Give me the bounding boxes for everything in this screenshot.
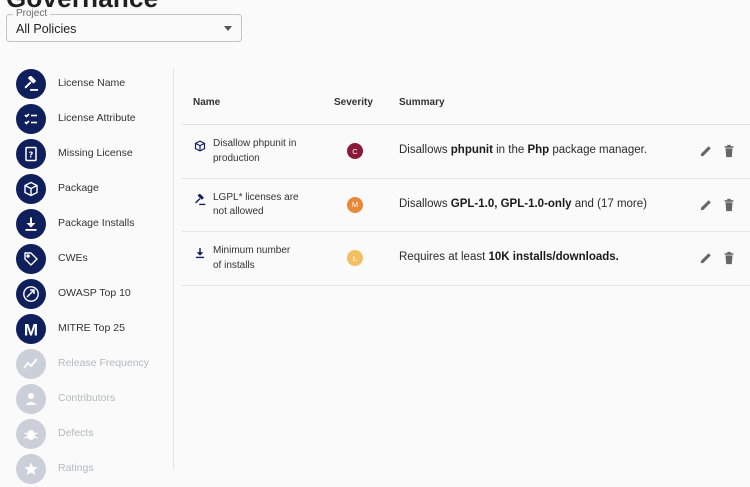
gavel-icon	[194, 193, 206, 205]
star-icon	[16, 454, 46, 484]
pencil-icon[interactable]	[699, 144, 713, 158]
trash-icon[interactable]	[722, 144, 736, 158]
question-document-icon: ?	[16, 139, 46, 169]
sidebar-divider	[173, 68, 174, 469]
mitre-icon: M	[16, 314, 46, 344]
sidebar-item-missing-license[interactable]: ? Missing License	[16, 137, 176, 172]
gavel-icon	[16, 69, 46, 99]
bug-icon	[16, 419, 46, 449]
sidebar-item-license-attribute[interactable]: License Attribute	[16, 102, 176, 137]
sidebar-item-release-frequency[interactable]: Release Frequency	[16, 347, 176, 382]
column-header-summary[interactable]: Summary	[399, 97, 445, 108]
sidebar-item-label: Package Installs	[58, 217, 135, 229]
pencil-icon[interactable]	[699, 251, 713, 265]
column-header-name[interactable]: Name	[193, 97, 220, 108]
sidebar-item-label: Missing License	[58, 147, 133, 159]
package-icon	[194, 139, 206, 152]
policy-name: Disallow phpunit in production	[213, 138, 297, 164]
policies-table: Name Severity Summary Disallow phpunit i…	[182, 84, 750, 286]
svg-text:M: M	[24, 321, 38, 340]
sidebar-item-defects[interactable]: Defects	[16, 417, 176, 452]
sidebar-item-label: Contributors	[58, 392, 116, 404]
policy-name: Minimum number of installs	[213, 245, 291, 271]
trash-icon[interactable]	[722, 198, 736, 212]
policy-name: LGPL* licenses are not allowed	[213, 191, 299, 218]
policy-summary: Disallows GPL-1.0, GPL-1.0-only and (17 …	[399, 197, 647, 210]
sidebar-item-package-installs[interactable]: Package Installs	[16, 207, 176, 242]
sidebar-item-label: License Name	[58, 77, 126, 89]
sidebar-item-label: Package	[58, 182, 99, 194]
trash-icon[interactable]	[722, 251, 736, 265]
policy-type-sidebar: License Name License Attribute ? Missing…	[16, 67, 176, 487]
sidebar-item-label: Defects	[58, 427, 94, 439]
severity-badge: M	[347, 196, 363, 213]
project-value: All Policies	[16, 22, 77, 36]
pencil-icon[interactable]	[699, 198, 713, 212]
project-select[interactable]: Project All Policies	[6, 8, 242, 42]
sidebar-item-label: CWEs	[58, 252, 88, 264]
sidebar-item-license-name[interactable]: License Name	[16, 67, 176, 102]
sidebar-item-label: Release Frequency	[58, 357, 150, 369]
svg-text:?: ?	[29, 151, 34, 160]
download-icon	[16, 209, 46, 239]
sidebar-item-label: Ratings	[58, 462, 94, 474]
caret-down-icon	[224, 26, 232, 31]
project-label: Project	[13, 8, 51, 19]
policy-summary: Disallows phpunit in the Php package man…	[399, 144, 648, 156]
severity-badge: L	[347, 250, 363, 266]
table-row[interactable]: Minimum number of installs L Requires at…	[182, 232, 750, 286]
table-header: Name Severity Summary	[182, 84, 750, 125]
checklist-icon	[16, 104, 46, 134]
sidebar-item-package[interactable]: Package	[16, 172, 176, 207]
sidebar-item-label: License Attribute	[58, 112, 136, 124]
tags-icon	[16, 244, 46, 274]
sidebar-item-ratings[interactable]: Ratings	[16, 452, 176, 487]
severity-badge: C	[347, 143, 363, 159]
trend-icon	[16, 349, 46, 379]
table-row[interactable]: LGPL* licenses are not allowed M Disallo…	[182, 179, 750, 232]
sidebar-item-label: MITRE Top 25	[58, 322, 125, 334]
column-header-severity[interactable]: Severity	[334, 97, 373, 108]
sidebar-item-label: OWASP Top 10	[58, 287, 131, 299]
sidebar-item-contributors[interactable]: Contributors	[16, 382, 176, 417]
table-row[interactable]: Disallow phpunit in production C Disallo…	[182, 125, 750, 179]
policy-summary: Requires at least 10K installs/downloads…	[399, 251, 619, 263]
sidebar-item-cwes[interactable]: CWEs	[16, 242, 176, 277]
sidebar-item-mitre[interactable]: M MITRE Top 25	[16, 312, 176, 347]
sidebar-item-owasp[interactable]: OWASP Top 10	[16, 277, 176, 312]
person-icon	[16, 384, 46, 414]
download-icon	[194, 246, 206, 259]
owasp-icon	[16, 279, 46, 309]
package-icon	[16, 174, 46, 204]
